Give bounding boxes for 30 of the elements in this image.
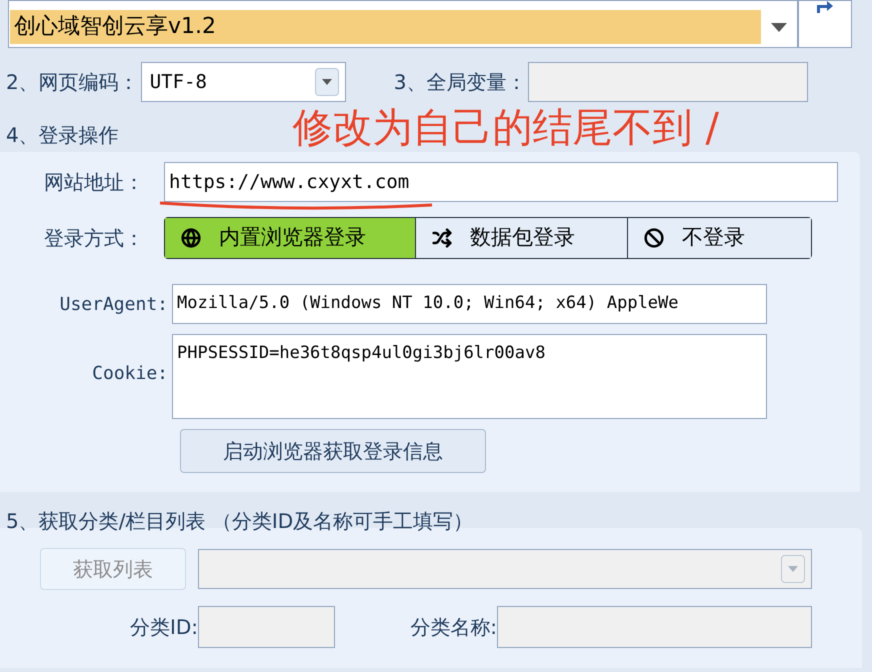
side-button[interactable] (798, 0, 852, 48)
caret-icon (771, 22, 787, 32)
section-title: 4、登录操作 (6, 122, 119, 149)
caret-icon (322, 79, 332, 85)
login-method-tab[interactable]: 不登录 (627, 218, 811, 258)
cookie-field[interactable]: PHPSESSID=he36t8qsp4ul0gi3bj6lr00av8 (172, 334, 767, 419)
dropdown-button[interactable] (314, 68, 339, 96)
annotation-text: 修改为自己的结尾不到 / (292, 104, 719, 152)
ban-icon (644, 228, 664, 248)
section-title: 5、获取分类/栏目列表 （分类ID及名称可手工填写） (6, 508, 474, 535)
encoding-select[interactable]: UTF-8 (140, 62, 346, 102)
site-url-label: 网站地址： (44, 169, 145, 196)
login-method-tab[interactable]: 数据包登录 (415, 218, 627, 258)
category-name-label: 分类名称: (409, 614, 497, 641)
encoding-label: 2、网页编码： (6, 69, 139, 96)
user-agent-field[interactable]: Mozilla/5.0 (Windows NT 10.0; Win64; x64) AppleWe (172, 284, 767, 324)
site-url-field[interactable]: https://www.cxyxt.com (164, 162, 838, 202)
template-dropdown[interactable]: 创心域智创云享v1.2 (8, 0, 798, 48)
cookie-label: Cookie: (91, 362, 169, 386)
category-id-label: 分类ID: (128, 614, 198, 641)
caret-icon (788, 566, 798, 572)
shuffle-icon (432, 228, 452, 248)
arrow-icon (815, 1, 835, 13)
global-var-label: 3、全局变量： (394, 69, 526, 96)
login-method-tab[interactable]: 内置浏览器登录 (165, 218, 415, 258)
launch-browser-button[interactable]: 启动浏览器获取登录信息 (180, 429, 486, 473)
user-agent-label: UserAgent: (58, 292, 169, 316)
login-method-label: 登录方式： (44, 225, 145, 252)
selected-option[interactable]: 创心域智创云享v1.2 (10, 10, 761, 44)
globe-icon (181, 228, 201, 248)
